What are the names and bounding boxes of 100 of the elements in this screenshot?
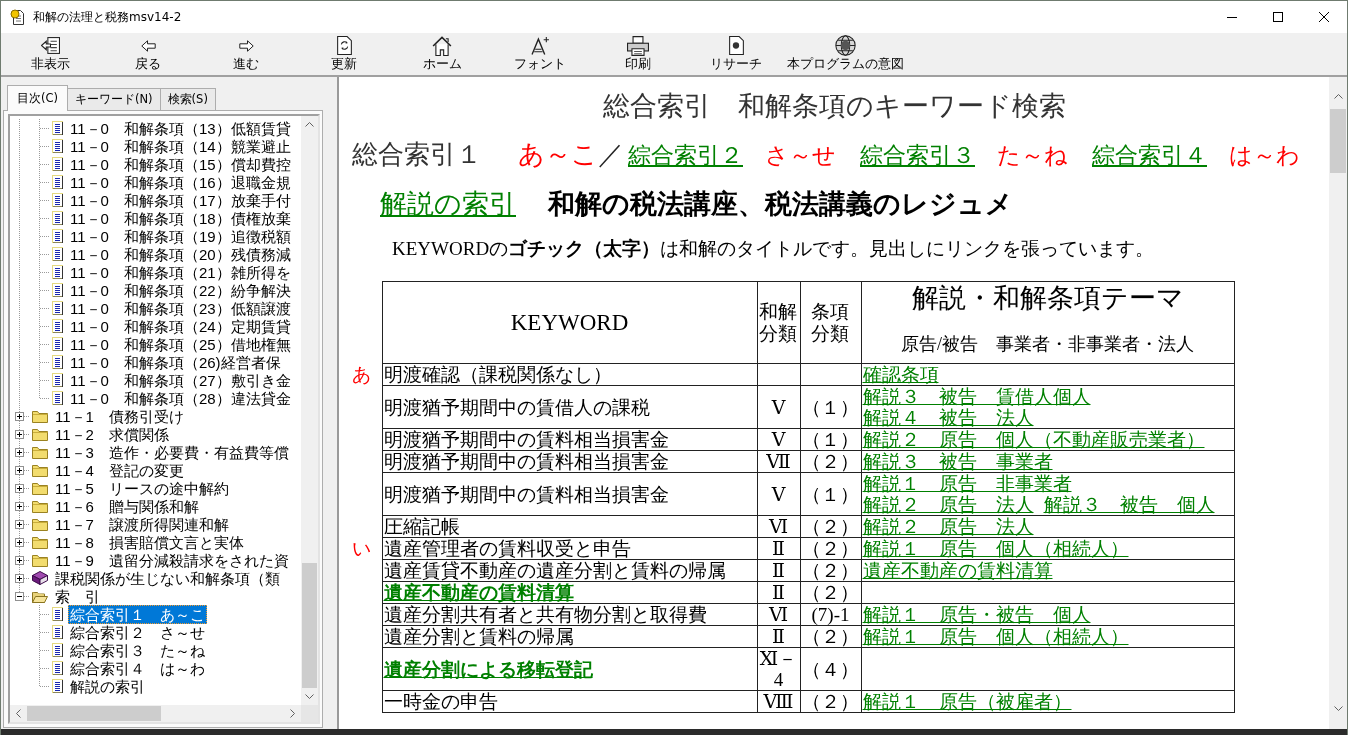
window-title: 和解の法理と税務msv14-2	[33, 8, 182, 26]
tree-item[interactable]: 11－0 和解条項（23）低額譲渡	[68, 298, 293, 318]
scrollbar-thumb[interactable]	[27, 706, 161, 721]
page-icon	[52, 265, 63, 279]
tree-item[interactable]: 11－0 和解条項（18）債権放棄	[68, 208, 293, 228]
page-icon	[52, 283, 63, 297]
folder-icon	[32, 427, 48, 441]
table-cell: Ⅵ	[757, 603, 800, 626]
tree-item[interactable]: 解説の索引	[68, 676, 147, 696]
column-header: 和解分類	[757, 281, 800, 364]
index-link[interactable]: 綜合索引４	[1092, 139, 1207, 173]
plus-icon[interactable]	[15, 537, 24, 547]
theme-link[interactable]: 解説３ 被告 個人	[1043, 494, 1215, 515]
tree-item[interactable]: 11－6 贈与関係和解	[53, 496, 201, 516]
table-cell: 明渡猶予期間中の賃料相当損害金	[382, 472, 757, 516]
tree-item[interactable]: 11－0 和解条項（15）償却費控	[68, 154, 293, 174]
table-cell: Ⅵ	[757, 515, 800, 538]
tree-item[interactable]: 11－1 債務引受け	[53, 406, 186, 426]
column-header: 条項分類	[800, 281, 861, 364]
page-icon	[52, 355, 63, 369]
tree-item[interactable]: 綜合索引２ さ～せ	[68, 622, 207, 642]
folder-icon	[32, 445, 48, 459]
tab[interactable]: 目次(C)	[7, 85, 68, 111]
table-cell: （２）	[800, 581, 861, 604]
page-icon	[52, 661, 63, 675]
theme-link[interactable]: 解説２ 原告 法人	[862, 494, 1034, 515]
table-cell: 圧縮記帳	[382, 515, 757, 538]
plus-icon[interactable]	[15, 501, 24, 511]
tree-item[interactable]: 課税関係が生じない和解条項（類	[53, 568, 282, 588]
theme-link[interactable]: 解説４ 被告 法人	[862, 407, 1034, 428]
table-cell: （２）	[800, 537, 861, 560]
plus-icon[interactable]	[15, 483, 24, 493]
theme-link[interactable]: 確認条項	[862, 364, 939, 385]
table-cell: （２）	[800, 450, 861, 473]
open-folder-icon	[32, 589, 48, 603]
scrollbar-corner	[301, 705, 318, 722]
folder-icon	[32, 535, 48, 549]
plus-icon[interactable]	[15, 447, 24, 457]
column-header: KEYWORD	[382, 281, 757, 364]
page-icon	[52, 373, 63, 387]
page-icon	[52, 121, 63, 135]
subheading: 和解の税法講座、税法講義のレジュメ	[548, 188, 1013, 221]
tree-item[interactable]: 索 引	[53, 586, 102, 606]
tree-item[interactable]: 11－0 和解条項（19）追徴税額	[68, 226, 293, 246]
plus-icon[interactable]	[15, 411, 24, 421]
theme-link[interactable]: 解説１ 原告 非事業者	[862, 473, 1072, 494]
chevron-up-icon	[1333, 93, 1343, 99]
tree-item[interactable]: 11－0 和解条項（13）低額賃貸	[68, 118, 293, 138]
tree-item[interactable]: 11－0 和解条項（20）残債務減	[68, 244, 293, 264]
plus-icon[interactable]	[15, 555, 24, 565]
tree-item[interactable]: 11－5 リースの途中解約	[53, 478, 231, 498]
tree-item[interactable]: 11－0 和解条項（25）借地権無	[68, 334, 293, 354]
tree-item[interactable]: 11－8 損害賠償文言と実体	[53, 532, 246, 552]
column-header: 解説・和解条項テーマ	[910, 282, 1185, 314]
table-cell: Ⅱ	[757, 625, 800, 648]
left-arrow-icon	[140, 39, 156, 52]
plus-icon[interactable]	[15, 519, 24, 529]
tree-item[interactable]: 綜合索引１ あ～こ	[68, 604, 207, 624]
scrollbar-thumb[interactable]	[302, 563, 317, 688]
right-arrow-icon	[238, 39, 254, 52]
page-icon	[52, 175, 63, 189]
page-icon	[52, 157, 63, 171]
tree-item[interactable]: 11－3 造作・必要費・有益費等償	[53, 442, 291, 462]
tree-item[interactable]: 綜合索引４ は～わ	[68, 658, 207, 678]
tree-item[interactable]: 11－0 和解条項（21）雑所得を	[68, 262, 293, 282]
tree-item[interactable]: 11－0 和解条項（16）退職金規	[68, 172, 293, 192]
minimize-icon	[1227, 16, 1237, 18]
index-link[interactable]: 綜合索引３	[860, 139, 975, 173]
tree-item[interactable]: 11－9 遺留分減殺請求をされた資	[53, 550, 291, 570]
tab[interactable]: 検索(S)	[159, 88, 216, 110]
scrollbar-thumb[interactable]	[1330, 109, 1346, 173]
tree-item[interactable]: 11－0 和解条項（26)経営者保	[68, 352, 283, 372]
tree-item[interactable]: 11－0 和解条項（17）放棄手付	[68, 190, 293, 210]
index-link[interactable]: 綜合索引２	[628, 139, 743, 173]
chevron-up-icon	[305, 122, 314, 127]
tab[interactable]: キーワード(N)	[67, 88, 161, 110]
tree-item[interactable]: 11－0 和解条項（14）競業避止	[68, 136, 293, 156]
page-icon	[52, 643, 63, 657]
tree-item[interactable]: 11－0 和解条項（27）敷引き金	[68, 370, 293, 390]
plus-icon[interactable]	[15, 465, 24, 475]
minus-icon[interactable]	[15, 591, 24, 601]
plus-icon[interactable]	[15, 429, 24, 439]
theme-link[interactable]: 解説３ 被告 賃借人個人	[862, 386, 1091, 407]
tree-item[interactable]: 11－0 和解条項（24）定期賃貸	[68, 316, 293, 336]
tree-item[interactable]: 11－2 求償関係	[53, 424, 171, 444]
commentary-index-link[interactable]: 解説の索引	[380, 187, 516, 221]
page-icon	[52, 247, 63, 261]
table-cell: （２）	[800, 625, 861, 648]
table-cell: Ⅴ	[757, 472, 800, 516]
tree-item[interactable]: 11－0 和解条項（22）紛争解決	[68, 280, 293, 300]
tree-item[interactable]: 11－0 和解条項（28）違法貸金	[68, 388, 293, 408]
tree-item[interactable]: 11－7 譲渡所得関連和解	[53, 514, 231, 534]
tree-item[interactable]: 11－4 登記の変更	[53, 460, 186, 480]
folder-icon	[32, 481, 48, 495]
plus-icon[interactable]	[15, 573, 24, 583]
table-cell: 明渡猶予期間中の賃料相当損害金	[382, 428, 757, 451]
note-text: KEYWORDのゴチック（太字）は和解のタイトルです。見出しにリンクを張っています。	[391, 237, 1155, 261]
tree-item[interactable]: 綜合索引３ た～ね	[68, 640, 207, 660]
table-cell: 遺産賃貸不動産の遺産分割と賃料の帰属	[382, 559, 757, 582]
table-cell: 遺産分割共有者と共有物分割と取得費	[382, 603, 757, 626]
